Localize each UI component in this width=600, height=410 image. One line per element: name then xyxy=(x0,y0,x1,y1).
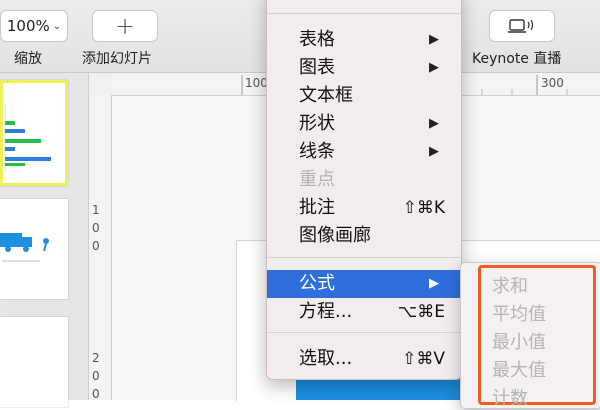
submenu-item-minimum[interactable]: 最小值 xyxy=(492,328,546,354)
menu-item-image-gallery[interactable]: 图像画廊 xyxy=(267,222,461,250)
menu-item-highlight: 重点 xyxy=(267,166,461,194)
plus-icon: + xyxy=(114,12,136,40)
menu-separator xyxy=(267,13,461,14)
ruler-tick-label: 2 xyxy=(92,351,100,365)
chevron-down-icon: ⌄ xyxy=(52,20,62,32)
submenu-item-sum[interactable]: 求和 xyxy=(492,272,528,298)
menu-item-shortcut: ⇧⌘V xyxy=(402,349,445,369)
zoom-value: 100% xyxy=(6,17,50,35)
menu-item-label: 批注 xyxy=(299,197,335,218)
vertical-ruler[interactable]: 1 0 0 2 0 0 xyxy=(89,95,112,401)
zoom-dropdown[interactable]: 100% ⌄ xyxy=(0,10,68,42)
insert-menu: 表格 ▶ 图表 ▶ 文本框 形状 ▶ 线条 ▶ 重点 批注 ⇧⌘K 图像画廊 公… xyxy=(266,0,462,380)
menu-item-chart[interactable]: 图表 ▶ xyxy=(267,54,461,82)
truck-illustration xyxy=(0,233,49,262)
slide-blue-shape[interactable] xyxy=(296,378,476,400)
menu-item-label: 公式 xyxy=(299,273,335,294)
ruler-tick-label: 0 xyxy=(92,387,100,401)
menu-item-table[interactable]: 表格 ▶ xyxy=(267,26,461,54)
submenu-arrow-icon: ▶ xyxy=(429,32,439,47)
menu-item-label: 线条 xyxy=(299,141,335,162)
menu-item-shortcut: ⌥⌘E xyxy=(397,302,445,322)
keynote-live-button[interactable] xyxy=(489,10,555,42)
menu-item-label: 表格 xyxy=(299,29,335,50)
submenu-item-maximum[interactable]: 最大值 xyxy=(492,356,546,382)
submenu-arrow-icon: ▶ xyxy=(429,60,439,75)
menu-separator xyxy=(267,257,461,258)
keynote-live-icon xyxy=(508,19,534,33)
slide-navigator xyxy=(0,73,89,407)
menu-item-choose[interactable]: 选取... ⇧⌘V xyxy=(267,345,461,373)
zoom-label: 缩放 xyxy=(14,51,42,67)
menu-item-label: 形状 xyxy=(299,113,335,134)
menu-item-label: 图像画廊 xyxy=(299,225,371,246)
menu-item-comment[interactable]: 批注 ⇧⌘K xyxy=(267,194,461,222)
ruler-tick-label: 0 xyxy=(92,221,100,235)
menu-item-text-box[interactable]: 文本框 xyxy=(267,82,461,110)
slide-thumbnail-2[interactable] xyxy=(0,199,68,299)
menu-item-label: 方程... xyxy=(299,301,353,322)
ruler-tick-label: 0 xyxy=(92,239,100,253)
add-slide-label: 添加幻灯片 xyxy=(82,51,152,67)
slide-thumbnail-3[interactable] xyxy=(0,317,68,407)
ruler-corner xyxy=(89,73,113,96)
ruler-tick-label: 0 xyxy=(92,369,100,383)
menu-item-shape[interactable]: 形状 ▶ xyxy=(267,110,461,138)
menu-item-label: 文本框 xyxy=(299,85,353,106)
submenu-arrow-icon: ▶ xyxy=(429,276,439,291)
submenu-item-average[interactable]: 平均值 xyxy=(492,300,546,326)
bar-chart-thumbnail xyxy=(4,103,51,171)
add-slide-button[interactable]: + xyxy=(92,10,158,42)
submenu-arrow-icon: ▶ xyxy=(429,116,439,131)
menu-item-label: 重点 xyxy=(299,169,335,190)
ruler-tick-label: 1 xyxy=(92,203,100,217)
menu-item-line[interactable]: 线条 ▶ xyxy=(267,138,461,166)
slide-thumbnail-1[interactable] xyxy=(0,80,68,186)
submenu-arrow-icon: ▶ xyxy=(429,144,439,159)
ruler-tick-label: 300 xyxy=(541,76,564,90)
menu-item-shortcut: ⇧⌘K xyxy=(402,198,445,218)
menu-separator xyxy=(267,332,461,333)
menu-item-equation[interactable]: 方程... ⌥⌘E xyxy=(267,298,461,326)
menu-item-label: 选取... xyxy=(299,348,353,369)
ruler-tick-label: 100 xyxy=(245,76,268,90)
menu-item-label: 图表 xyxy=(299,57,335,78)
menu-item-formula[interactable]: 公式 ▶ xyxy=(267,270,461,298)
keynote-live-label: Keynote 直播 xyxy=(472,51,562,67)
submenu-item-count[interactable]: 计数 xyxy=(492,384,528,410)
